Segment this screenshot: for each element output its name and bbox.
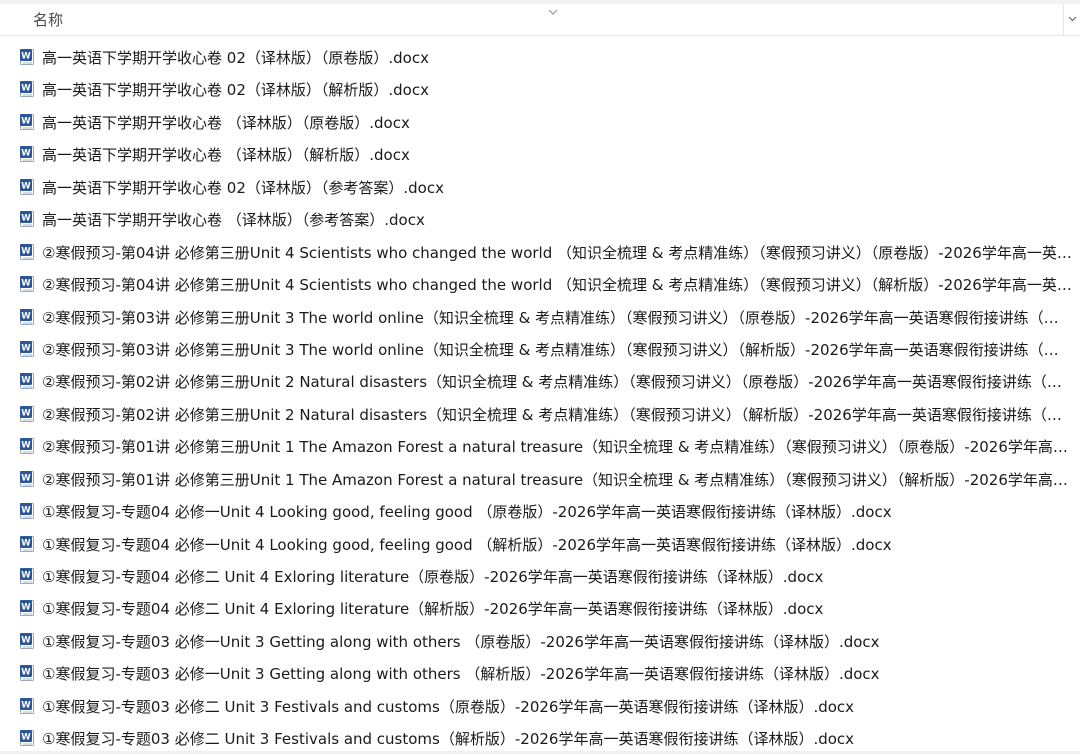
svg-text:W: W	[21, 700, 31, 710]
file-name[interactable]: ②寒假预习-第03讲 必修第三册Unit 3 The world online（…	[42, 308, 1072, 328]
svg-text:W: W	[21, 311, 31, 321]
word-doc-icon: W	[20, 600, 35, 617]
column-dropdown-button[interactable]	[1063, 4, 1080, 35]
file-row[interactable]: W ①寒假复习-专题04 必修二 Unit 4 Exloring literatu…	[0, 561, 1080, 593]
file-row[interactable]: W ②寒假预习-第02讲 必修第三册Unit 2 Natural disaster…	[0, 399, 1080, 431]
file-name[interactable]: 高一英语下学期开学收心卷 02（译林版）（解析版）.docx	[42, 80, 1072, 100]
file-row[interactable]: W ①寒假复习-专题03 必修一Unit 3 Getting along with…	[0, 658, 1080, 690]
svg-text:W: W	[21, 733, 31, 743]
file-name[interactable]: 高一英语下学期开学收心卷 （译林版）（参考答案）.docx	[42, 210, 1072, 230]
word-doc-icon: W	[20, 113, 35, 131]
word-doc-icon: W	[20, 470, 35, 488]
word-doc-icon: W	[20, 340, 35, 358]
word-doc-icon: W	[20, 665, 35, 682]
file-row[interactable]: W ②寒假预习-第03讲 必修第三册Unit 3 The world online…	[0, 334, 1080, 366]
word-doc-icon: W	[20, 632, 35, 650]
file-row[interactable]: W ②寒假预习-第03讲 必修第三册Unit 3 The world online…	[0, 302, 1080, 334]
svg-text:W: W	[21, 52, 31, 62]
file-row[interactable]: W 高一英语下学期开学收心卷 02（译林版）（解析版）.docx	[0, 74, 1080, 106]
svg-text:W: W	[21, 84, 31, 94]
file-row[interactable]: W ②寒假预习-第04讲 必修第三册Unit 4 Scientists who c…	[0, 237, 1080, 269]
svg-text:W: W	[21, 149, 31, 159]
file-name[interactable]: 高一英语下学期开学收心卷 02（译林版）（参考答案）.docx	[42, 178, 1072, 198]
file-name[interactable]: ②寒假预习-第01讲 必修第三册Unit 1 The Amazon Forest…	[42, 470, 1072, 490]
file-name[interactable]: ②寒假预习-第03讲 必修第三册Unit 3 The world online（…	[42, 340, 1072, 360]
word-doc-icon: W	[20, 405, 35, 423]
file-name[interactable]: 高一英语下学期开学收心卷 02（译林版）（原卷版）.docx	[42, 48, 1072, 68]
svg-text:W: W	[21, 668, 31, 678]
svg-text:W: W	[21, 506, 31, 516]
file-row[interactable]: W ①寒假复习-专题04 必修一Unit 4 Looking good, feel…	[0, 529, 1080, 561]
file-name[interactable]: ②寒假预习-第04讲 必修第三册Unit 4 Scientists who ch…	[42, 243, 1072, 263]
file-name[interactable]: ①寒假复习-专题03 必修二 Unit 3 Festivals and cust…	[42, 697, 1072, 717]
word-doc-icon: W	[20, 178, 35, 196]
word-doc-icon: W	[20, 276, 35, 293]
column-header[interactable]: 名称	[0, 4, 1080, 36]
file-name[interactable]: ①寒假复习-专题04 必修一Unit 4 Looking good, feeli…	[42, 535, 1072, 555]
word-doc-icon: W	[20, 535, 35, 553]
file-row[interactable]: W ②寒假预习-第02讲 必修第三册Unit 2 Natural disaster…	[0, 366, 1080, 398]
file-name[interactable]: ①寒假复习-专题03 必修一Unit 3 Getting along with …	[42, 632, 1072, 652]
svg-text:W: W	[21, 344, 31, 354]
word-doc-icon: W	[20, 308, 35, 326]
name-column-header[interactable]: 名称	[33, 11, 63, 29]
file-row[interactable]: W ①寒假复习-专题04 必修一Unit 4 Looking good, feel…	[0, 496, 1080, 528]
file-row[interactable]: W 高一英语下学期开学收心卷 （译林版）（解析版）.docx	[0, 139, 1080, 171]
file-row[interactable]: W ②寒假预习-第01讲 必修第三册Unit 1 The Amazon Fores…	[0, 431, 1080, 463]
file-name[interactable]: ②寒假预习-第02讲 必修第三册Unit 2 Natural disasters…	[42, 405, 1072, 425]
file-row[interactable]: W ②寒假预习-第01讲 必修第三册Unit 1 The Amazon Fores…	[0, 464, 1080, 496]
file-name[interactable]: ①寒假复习-专题03 必修一Unit 3 Getting along with …	[42, 664, 1072, 684]
word-doc-icon: W	[20, 568, 35, 585]
file-name[interactable]: ②寒假预习-第01讲 必修第三册Unit 1 The Amazon Forest…	[42, 437, 1072, 457]
word-doc-icon: W	[20, 503, 35, 520]
file-name[interactable]: ①寒假复习-专题04 必修一Unit 4 Looking good, feeli…	[42, 502, 1072, 522]
file-row[interactable]: W ①寒假复习-专题03 必修二 Unit 3 Festivals and cus…	[0, 691, 1080, 723]
file-row[interactable]: W ①寒假复习-专题03 必修一Unit 3 Getting along with…	[0, 626, 1080, 658]
file-name[interactable]: ①寒假复习-专题04 必修二 Unit 4 Exloring literatur…	[42, 599, 1072, 619]
file-row[interactable]: W 高一英语下学期开学收心卷 （译林版）（参考答案）.docx	[0, 204, 1080, 236]
file-name[interactable]: 高一英语下学期开学收心卷 （译林版）（原卷版）.docx	[42, 113, 1072, 133]
word-doc-icon: W	[20, 146, 35, 163]
word-doc-icon: W	[20, 211, 35, 228]
word-doc-icon: W	[20, 373, 35, 390]
svg-text:W: W	[21, 473, 31, 483]
word-doc-icon: W	[20, 243, 35, 261]
file-row[interactable]: W 高一英语下学期开学收心卷 02（译林版）（参考答案）.docx	[0, 172, 1080, 204]
svg-text:W: W	[21, 116, 31, 126]
file-list: W 高一英语下学期开学收心卷 02（译林版）（原卷版）.docx W 高一英语下学期开…	[0, 42, 1080, 756]
svg-text:W: W	[21, 538, 31, 548]
svg-text:W: W	[21, 246, 31, 256]
svg-text:W: W	[21, 571, 31, 581]
chevron-down-icon	[1068, 16, 1077, 22]
file-row[interactable]: W ①寒假复习-专题04 必修二 Unit 4 Exloring literatu…	[0, 593, 1080, 625]
word-doc-icon: W	[20, 697, 35, 715]
file-name[interactable]: 高一英语下学期开学收心卷 （译林版）（解析版）.docx	[42, 145, 1072, 165]
svg-text:W: W	[21, 214, 31, 224]
word-doc-icon: W	[20, 81, 35, 98]
svg-text:W: W	[21, 181, 31, 191]
file-name[interactable]: ②寒假预习-第02讲 必修第三册Unit 2 Natural disasters…	[42, 372, 1072, 392]
file-row[interactable]: W ②寒假预习-第04讲 必修第三册Unit 4 Scientists who c…	[0, 269, 1080, 301]
svg-text:W: W	[21, 408, 31, 418]
svg-text:W: W	[21, 279, 31, 289]
file-name[interactable]: ①寒假复习-专题04 必修二 Unit 4 Exloring literatur…	[42, 567, 1072, 587]
word-doc-icon: W	[20, 730, 35, 747]
chevron-up-icon	[548, 1, 558, 15]
file-name[interactable]: ①寒假复习-专题03 必修二 Unit 3 Festivals and cust…	[42, 729, 1072, 749]
word-doc-icon: W	[20, 438, 35, 455]
svg-text:W: W	[21, 376, 31, 386]
svg-text:W: W	[21, 603, 31, 613]
file-row[interactable]: W 高一英语下学期开学收心卷 （译林版）（原卷版）.docx	[0, 107, 1080, 139]
file-name[interactable]: ②寒假预习-第04讲 必修第三册Unit 4 Scientists who ch…	[42, 275, 1072, 295]
word-doc-icon: W	[20, 49, 35, 66]
svg-text:W: W	[21, 441, 31, 451]
svg-text:W: W	[21, 635, 31, 645]
file-row[interactable]: W 高一英语下学期开学收心卷 02（译林版）（原卷版）.docx	[0, 42, 1080, 74]
